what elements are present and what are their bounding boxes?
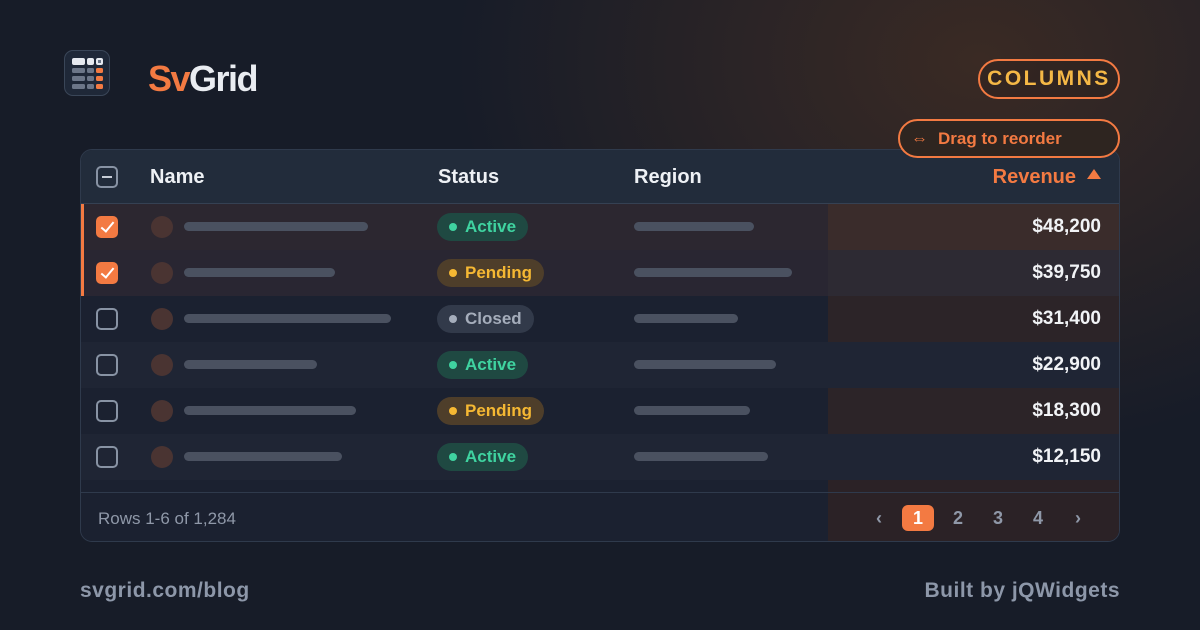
status-badge: Pending <box>437 397 545 425</box>
logo-icon <box>64 50 110 96</box>
name-placeholder-bar <box>184 222 368 231</box>
status-badge: Active <box>437 443 529 471</box>
status-badge: Pending <box>437 259 545 287</box>
status-label: Active <box>465 447 517 466</box>
table-row[interactable]: Pending $18,300 <box>81 388 1119 434</box>
revenue-value: $39,750 <box>1032 262 1101 283</box>
region-placeholder-bar <box>634 314 738 323</box>
status-badge: Active <box>437 351 529 379</box>
revenue-cell: $22,900 <box>828 342 1119 388</box>
row-count-info: Rows 1-6 of 1,284 <box>98 508 236 528</box>
revenue-cell: $12,150 <box>828 434 1119 480</box>
drag-to-reorder-hint[interactable]: ⇔ Drag to reorder <box>898 119 1120 158</box>
select-all-checkbox[interactable] <box>96 166 118 188</box>
row-checkbox[interactable] <box>96 400 118 422</box>
name-placeholder-bar <box>184 406 356 415</box>
row-checkbox[interactable] <box>96 354 118 376</box>
revenue-cell: $18,300 <box>828 388 1119 434</box>
grid-footer: Rows 1-6 of 1,284 ‹ 1 2 3 4 › <box>81 492 1119 541</box>
brand-part-grid: Grid <box>189 58 259 99</box>
region-placeholder-bar <box>634 360 776 369</box>
avatar <box>151 446 173 468</box>
table-row[interactable]: Pending $39,750 <box>81 250 1119 296</box>
region-placeholder-bar <box>634 406 750 415</box>
avatar <box>151 308 173 330</box>
page-button-3[interactable]: 3 <box>985 505 1011 531</box>
table-row[interactable]: Closed $31,400 <box>81 296 1119 342</box>
status-badge: Active <box>437 213 529 241</box>
name-placeholder-bar <box>184 314 391 323</box>
revenue-cell: $48,200 <box>828 204 1119 250</box>
avatar <box>151 354 173 376</box>
revenue-value: $18,300 <box>1032 400 1101 421</box>
prev-page-button[interactable]: ‹ <box>866 505 892 531</box>
row-checkbox[interactable] <box>96 262 118 284</box>
status-label: Active <box>465 217 517 236</box>
page-button-1[interactable]: 1 <box>902 505 934 531</box>
table-row[interactable]: Active $12,150 <box>81 434 1119 480</box>
avatar <box>151 400 173 422</box>
name-placeholder-bar <box>184 268 335 277</box>
region-placeholder-bar <box>634 452 768 461</box>
avatar <box>151 262 173 284</box>
page-button-2[interactable]: 2 <box>945 505 971 531</box>
revenue-value: $48,200 <box>1032 216 1101 237</box>
row-checkbox[interactable] <box>96 308 118 330</box>
status-label: Active <box>465 355 517 374</box>
columns-button[interactable]: COLUMNS <box>978 59 1120 99</box>
drag-hint-label: Drag to reorder <box>938 128 1062 148</box>
next-page-button[interactable]: › <box>1065 505 1091 531</box>
region-placeholder-bar <box>634 222 754 231</box>
status-badge: Closed <box>437 305 534 333</box>
avatar <box>151 216 173 238</box>
revenue-cell: $39,750 <box>828 250 1119 296</box>
status-label: Pending <box>465 401 533 420</box>
status-label: Closed <box>465 309 522 328</box>
row-checkbox[interactable] <box>96 446 118 468</box>
revenue-value: $12,150 <box>1032 446 1101 467</box>
table-row[interactable]: Active $48,200 <box>81 204 1119 250</box>
page-button-4[interactable]: 4 <box>1025 505 1051 531</box>
grid-header: Name Status Region Revenue <box>81 150 1119 204</box>
column-header-region[interactable]: Region <box>634 150 702 204</box>
name-placeholder-bar <box>184 452 342 461</box>
revenue-value: $22,900 <box>1032 354 1101 375</box>
credit-text: Built by jQWidgets <box>924 579 1120 602</box>
column-header-revenue[interactable]: Revenue <box>993 150 1101 204</box>
revenue-header-label: Revenue <box>992 165 1076 188</box>
column-header-name[interactable]: Name <box>150 150 204 204</box>
left-right-arrow-icon: ⇔ <box>911 128 928 148</box>
revenue-column-strip <box>828 480 1119 492</box>
status-label: Pending <box>465 263 533 282</box>
table-row[interactable]: Active $22,900 <box>81 342 1119 388</box>
blog-link[interactable]: svgrid.com/blog <box>80 579 250 603</box>
sort-ascending-icon <box>1087 169 1101 179</box>
revenue-value: $31,400 <box>1032 308 1101 329</box>
name-placeholder-bar <box>184 360 317 369</box>
revenue-cell: $31,400 <box>828 296 1119 342</box>
column-header-status[interactable]: Status <box>438 150 499 204</box>
brand-part-sv: Sv <box>148 58 191 99</box>
row-checkbox[interactable] <box>96 216 118 238</box>
data-grid: Name Status Region Revenue Active $48,20… <box>80 149 1120 542</box>
brand-title: SvGrid <box>148 58 259 100</box>
region-placeholder-bar <box>634 268 792 277</box>
